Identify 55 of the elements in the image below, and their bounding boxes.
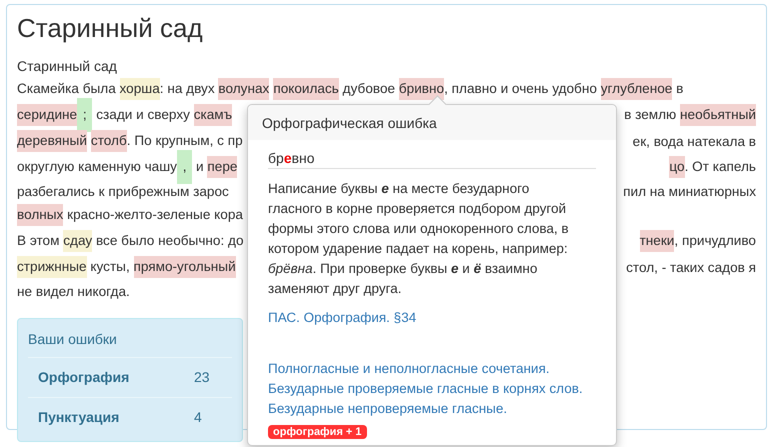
text-fragment: В этом (17, 233, 60, 248)
error-highlight[interactable]: пере (207, 156, 238, 178)
error-highlight[interactable]: бривно (398, 78, 444, 100)
error-highlight[interactable]: сдау (63, 230, 92, 252)
corrected-word: бревно (268, 146, 596, 169)
related-rule-link[interactable]: Безударные непроверяемые гласные. (268, 399, 508, 419)
text-fragment: не видел никогда. (17, 284, 130, 298)
popover-title: Орфографическая ошибка (248, 105, 616, 140)
text-fragment: стол, - таких садов я (626, 260, 756, 274)
text-fragment: сзади и сверху (95, 107, 191, 122)
related-rule-link[interactable]: Безударные проверяемые гласные в корнях слов. (268, 379, 583, 399)
error-category: Орфография (38, 369, 130, 385)
page-title: Старинный сад (17, 13, 204, 44)
text-fragment: в (675, 81, 684, 96)
panel-title: Ваши ошибки (28, 319, 232, 358)
text-fragment: и (195, 159, 205, 174)
error-highlight[interactable]: столб (90, 130, 127, 152)
error-highlight[interactable]: покоилась (273, 78, 339, 100)
error-highlight[interactable]: тнеки (640, 230, 674, 252)
error-count: 4 (194, 409, 202, 425)
text-fragment: в землю (624, 107, 678, 122)
text-fragment: все было необычно: до (94, 233, 244, 248)
text-fragment: пил на миниатюрных (623, 184, 756, 198)
text-fragment: . По крупным, с пр (126, 133, 243, 148)
error-highlight[interactable]: прямо-угольный (134, 256, 236, 278)
error-highlight[interactable]: хорша (120, 78, 160, 100)
text-fragment: разбегались к прибрежным зарос (17, 184, 229, 198)
error-highlight[interactable]: цо (669, 156, 685, 178)
error-highlight[interactable]: деревяный (17, 130, 87, 152)
punctuation-mark-highlight[interactable]: ; (77, 98, 92, 132)
error-highlight[interactable]: необьятный (680, 104, 756, 126)
text-fragment: Скамейка была (17, 81, 117, 96)
text-fragment: , причудливо (674, 233, 756, 248)
text-fragment: , плавно и очень удобно (444, 81, 598, 96)
text-fragment: ек, вода натекала в (632, 134, 756, 148)
error-highlight[interactable]: волунах (218, 78, 270, 100)
text-fragment: красно-желто-зеленые кора (66, 207, 243, 222)
text-fragment: дубовое (342, 81, 396, 96)
error-count: 23 (194, 369, 210, 385)
rule-explanation: Написание буквы е на месте безударного гласного в корне проверяется подбором другой формы этого слова или однокоренного слова, в котором ударение падает на корень, например: брёвна. При проверке буквы е и ё взаимно заменяют друг друга. (268, 180, 570, 298)
text-fragment: кусты, (89, 259, 131, 274)
error-category: Пунктуация (38, 409, 120, 425)
rule-link[interactable]: ПАС. Орфография. §34 (268, 310, 416, 325)
text-fragment: округлую каменную чашу (17, 159, 177, 174)
error-badge: орфография + 1 (268, 425, 367, 439)
text-fragment: . От капель (684, 159, 756, 174)
text-fragment: : на двух (160, 81, 216, 96)
error-highlight[interactable]: стрижнные (17, 256, 87, 278)
error-highlight[interactable]: углубленое (600, 78, 672, 100)
error-highlight[interactable]: скамъ (194, 104, 232, 126)
text-title: Старинный сад (17, 57, 118, 76)
error-highlight[interactable]: серидине (17, 104, 78, 126)
related-rule-link[interactable]: Полногласные и неполногласные сочетания. (268, 359, 550, 379)
error-highlight[interactable]: волных (17, 204, 64, 226)
punctuation-mark-highlight[interactable]: , (176, 150, 192, 184)
